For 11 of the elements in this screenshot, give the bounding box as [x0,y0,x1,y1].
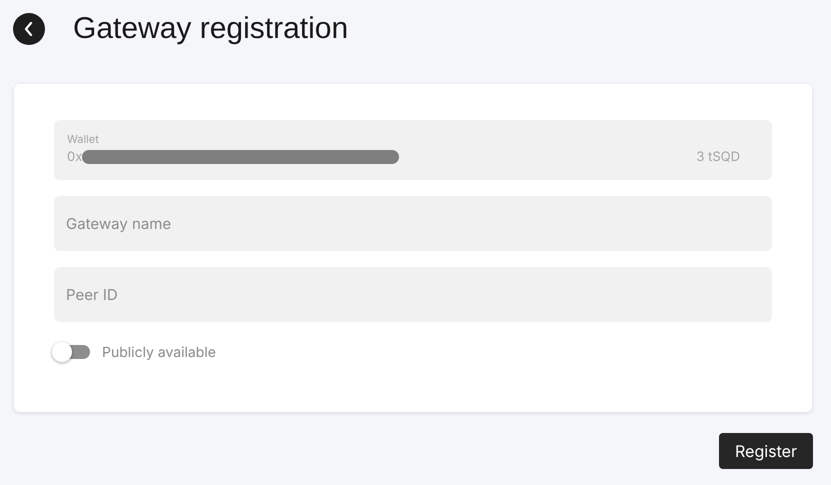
page-title: Gateway registration [73,12,348,46]
address-prefix: 0x [67,149,82,165]
text-field[interactable]: Gateway name [54,196,772,251]
toggle-label: Publicly available [102,344,216,360]
register-button[interactable]: Register [719,433,813,469]
back-button[interactable] [13,13,45,45]
text-field[interactable]: Peer ID [54,267,772,322]
toggle-switch[interactable] [52,342,90,362]
wallet-balance: 3 tSQD [696,149,740,165]
chevron-left-icon [23,22,35,36]
wallet-label: Wallet [67,132,100,146]
